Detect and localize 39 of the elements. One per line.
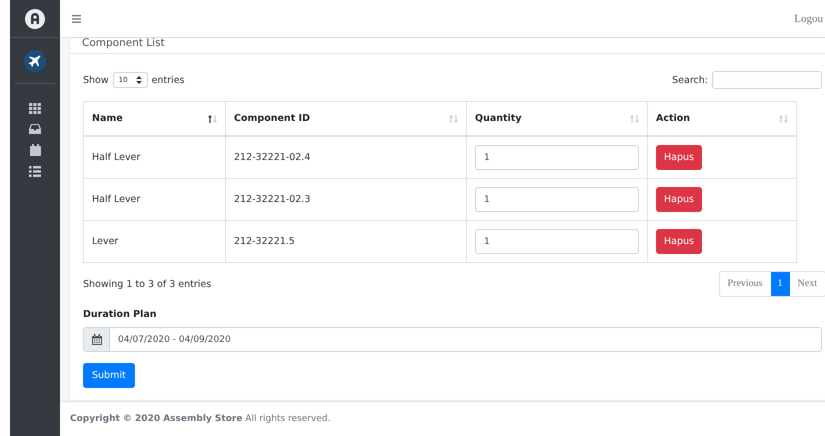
table-cell: Lever: [84, 220, 226, 262]
column-header[interactable]: Action: [648, 102, 796, 136]
calendar-icon: [92, 334, 102, 345]
table-cell: Half Lever: [84, 178, 226, 220]
inbox-icon[interactable]: [29, 124, 41, 134]
page-link[interactable]: Previous: [720, 272, 771, 296]
table-cell: 212-32221-02.4: [226, 136, 466, 178]
quantity-field[interactable]: 1: [475, 187, 639, 212]
calendar-icon[interactable]: [30, 144, 40, 156]
column-header[interactable]: Name: [84, 102, 226, 136]
column-header[interactable]: Component ID: [226, 102, 466, 136]
quantity-field[interactable]: 1: [475, 145, 639, 170]
entries-label: entries: [152, 74, 184, 86]
card-title: Component List: [82, 38, 165, 48]
table-cell: Half Lever: [84, 136, 226, 178]
airplane-icon[interactable]: [24, 50, 46, 72]
column-header[interactable]: Quantity: [466, 102, 648, 136]
logout-link[interactable]: Logou: [794, 12, 825, 24]
copyright-text: Copyright © 2020 Assembly Store All rights reserved.: [70, 414, 330, 424]
page-link[interactable]: 1: [770, 272, 790, 296]
logo-icon[interactable]: [25, 8, 45, 28]
delete-button[interactable]: Hapus: [656, 145, 702, 170]
field-label: Duration Plan: [83, 309, 158, 320]
date-range-field[interactable]: 04/07/2020 - 04/09/2020: [83, 327, 822, 352]
caret-icon: [136, 76, 142, 84]
list-icon[interactable]: [29, 166, 41, 177]
search-label: Search:: [672, 74, 708, 86]
menu-icon[interactable]: [72, 14, 81, 22]
entries-info: Showing 1 to 3 of 3 entries: [83, 278, 212, 290]
show-label: Show: [83, 74, 109, 86]
search-field[interactable]: [712, 71, 822, 89]
page-link[interactable]: Next: [790, 272, 825, 296]
table-cell: 212-32221.5: [226, 220, 466, 262]
delete-button[interactable]: Hapus: [656, 187, 702, 212]
delete-button[interactable]: Hapus: [656, 229, 702, 254]
grid-icon[interactable]: [29, 103, 41, 114]
submit-button[interactable]: Submit: [83, 363, 135, 388]
quantity-field[interactable]: 1: [475, 229, 639, 254]
table-cell: 212-32221-02.3: [226, 178, 466, 220]
